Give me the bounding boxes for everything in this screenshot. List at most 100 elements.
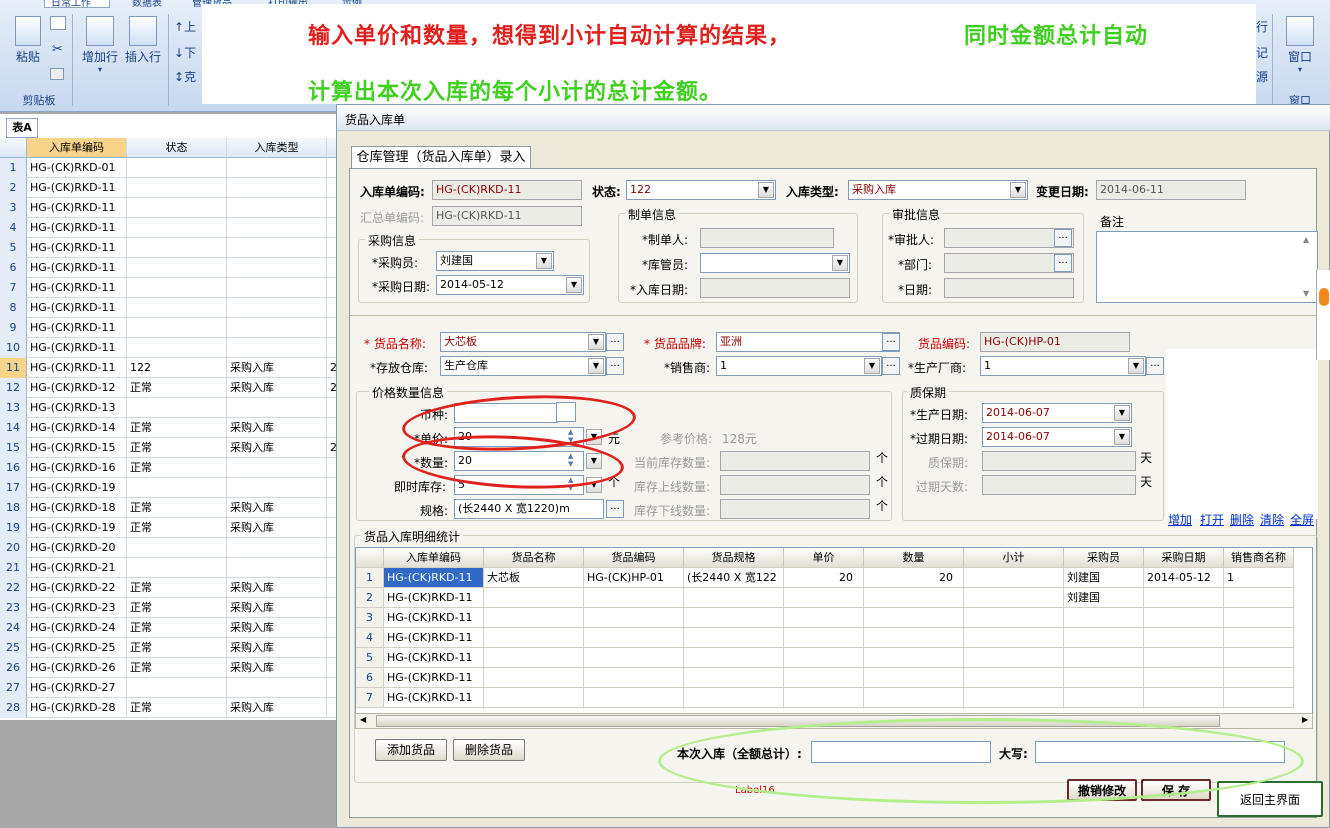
maker-field[interactable]: [700, 228, 834, 248]
ellipsis-icon[interactable]: ...: [606, 357, 624, 375]
ribbon-tab-daily[interactable]: 日常工作: [44, 0, 110, 8]
cell-code[interactable]: HG-(CK)RKD-11: [27, 278, 127, 298]
cell-type[interactable]: 采购入库: [227, 618, 327, 638]
detail-cell[interactable]: [1144, 648, 1224, 668]
row-number[interactable]: 18: [0, 498, 27, 518]
detail-cell[interactable]: (长2440 X 宽122: [684, 568, 784, 588]
detail-cell[interactable]: [1224, 588, 1294, 608]
detail-column-header[interactable]: 货品规格: [684, 548, 784, 568]
sheet-row[interactable]: 8 HG-(CK)RKD-11: [0, 298, 338, 318]
cell-code[interactable]: HG-(CK)RKD-25: [27, 638, 127, 658]
detail-cell[interactable]: [784, 688, 864, 708]
cell-status[interactable]: 正常: [127, 458, 227, 478]
cell-code[interactable]: HG-(CK)RKD-01: [27, 158, 127, 178]
cell-code[interactable]: HG-(CK)RKD-11: [27, 358, 127, 378]
detail-row-number[interactable]: 4: [356, 628, 384, 648]
cell-status[interactable]: 122: [127, 358, 227, 378]
sheet-row[interactable]: 15 HG-(CK)RKD-15 正常 采购入库 2: [0, 438, 338, 458]
cell-status[interactable]: [127, 198, 227, 218]
row-number[interactable]: 17: [0, 478, 27, 498]
sheet-row[interactable]: 10 HG-(CK)RKD-11: [0, 338, 338, 358]
sheet-tab[interactable]: 表A: [6, 118, 38, 138]
row-number[interactable]: 28: [0, 698, 27, 718]
row-number[interactable]: 7: [0, 278, 27, 298]
sheet-row[interactable]: 22 HG-(CK)RKD-22 正常 采购入库: [0, 578, 338, 598]
format-painter-icon[interactable]: [50, 68, 64, 80]
upper-field[interactable]: [720, 475, 870, 495]
cell-type[interactable]: 采购入库: [227, 598, 327, 618]
detail-cell[interactable]: [1064, 608, 1144, 628]
chevron-down-icon[interactable]: ▼: [588, 334, 604, 350]
row-number[interactable]: 9: [0, 318, 27, 338]
detail-cell[interactable]: [584, 588, 684, 608]
cell-status[interactable]: 正常: [127, 658, 227, 678]
corner-cell[interactable]: [0, 138, 27, 158]
scroll-thumb[interactable]: [376, 715, 1220, 727]
cell-status[interactable]: 正常: [127, 638, 227, 658]
paste-button[interactable]: 粘贴: [8, 16, 48, 65]
cell-type[interactable]: [227, 178, 327, 198]
return-main-button[interactable]: 返回主界面: [1217, 781, 1323, 817]
unit-price-spinner[interactable]: 20: [454, 427, 584, 447]
cell-code[interactable]: HG-(CK)RKD-22: [27, 578, 127, 598]
cell-status[interactable]: 正常: [127, 418, 227, 438]
row-number[interactable]: 10: [0, 338, 27, 358]
cell-type[interactable]: 采购入库: [227, 518, 327, 538]
link-delete[interactable]: 删除: [1230, 511, 1254, 528]
chevron-down-icon[interactable]: ▼: [832, 255, 848, 271]
row-number[interactable]: 2: [0, 178, 27, 198]
cell-status[interactable]: [127, 218, 227, 238]
cell-code[interactable]: HG-(CK)RKD-20: [27, 538, 127, 558]
row-number[interactable]: 12: [0, 378, 27, 398]
cell-type[interactable]: [227, 198, 327, 218]
cell-code[interactable]: HG-(CK)RKD-11: [27, 258, 127, 278]
window-button[interactable]: 窗口 ▾: [1280, 16, 1320, 74]
cell-code[interactable]: HG-(CK)RKD-13: [27, 398, 127, 418]
chevron-down-icon[interactable]: ▼: [1128, 358, 1144, 374]
brand-field[interactable]: 亚洲: [716, 332, 900, 352]
cell-type[interactable]: [227, 258, 327, 278]
sheet-row[interactable]: 12 HG-(CK)RKD-12 正常 采购入库 2: [0, 378, 338, 398]
cell-code[interactable]: HG-(CK)RKD-16: [27, 458, 127, 478]
ellipsis-icon[interactable]: ...: [882, 357, 900, 375]
spinner-arrows-icon[interactable]: ▲ ▼: [568, 452, 573, 468]
chevron-down-icon[interactable]: ▼: [586, 477, 602, 493]
detail-cell[interactable]: [964, 628, 1064, 648]
horizontal-scrollbar[interactable]: ◀ ▶: [355, 713, 1313, 729]
row-number[interactable]: 23: [0, 598, 27, 618]
row-number[interactable]: 11: [0, 358, 27, 378]
approve-date-field[interactable]: [944, 278, 1074, 298]
detail-cell[interactable]: [864, 608, 964, 628]
overdue-field[interactable]: [982, 475, 1136, 495]
chevron-down-icon[interactable]: ▼: [588, 358, 604, 374]
detail-cell[interactable]: [964, 608, 1064, 628]
row-number[interactable]: 26: [0, 658, 27, 678]
detail-column-header[interactable]: 销售商名称: [1224, 548, 1294, 568]
cell-status[interactable]: [127, 478, 227, 498]
detail-cell[interactable]: HG-(CK)RKD-11: [384, 628, 484, 648]
cell-code[interactable]: HG-(CK)RKD-26: [27, 658, 127, 678]
detail-cell[interactable]: [784, 668, 864, 688]
detail-column-header[interactable]: 小计: [964, 548, 1064, 568]
detail-cell[interactable]: [864, 668, 964, 688]
detail-cell[interactable]: [1224, 628, 1294, 648]
detail-cell[interactable]: [864, 628, 964, 648]
goods-name-select[interactable]: 大芯板: [440, 332, 606, 352]
detail-cell[interactable]: HG-(CK)RKD-11: [384, 588, 484, 608]
detail-column-header[interactable]: 单价: [784, 548, 864, 568]
detail-cell[interactable]: [864, 688, 964, 708]
detail-cell[interactable]: [1064, 688, 1144, 708]
row-number[interactable]: 20: [0, 538, 27, 558]
ribbon-right-source[interactable]: 源: [1256, 68, 1268, 85]
link-clear[interactable]: 清除: [1260, 511, 1284, 528]
column-header[interactable]: 入库类型: [227, 138, 327, 158]
chevron-down-icon[interactable]: ▼: [1010, 182, 1026, 198]
sheet-row[interactable]: 5 HG-(CK)RKD-11: [0, 238, 338, 258]
cell-status[interactable]: 正常: [127, 378, 227, 398]
add-goods-button[interactable]: 添加货品: [375, 739, 447, 761]
sheet-row[interactable]: 13 HG-(CK)RKD-13: [0, 398, 338, 418]
cell-status[interactable]: [127, 538, 227, 558]
sheet-row[interactable]: 6 HG-(CK)RKD-11: [0, 258, 338, 278]
seller-select[interactable]: 1: [716, 356, 882, 376]
keeper-select[interactable]: [700, 253, 850, 273]
